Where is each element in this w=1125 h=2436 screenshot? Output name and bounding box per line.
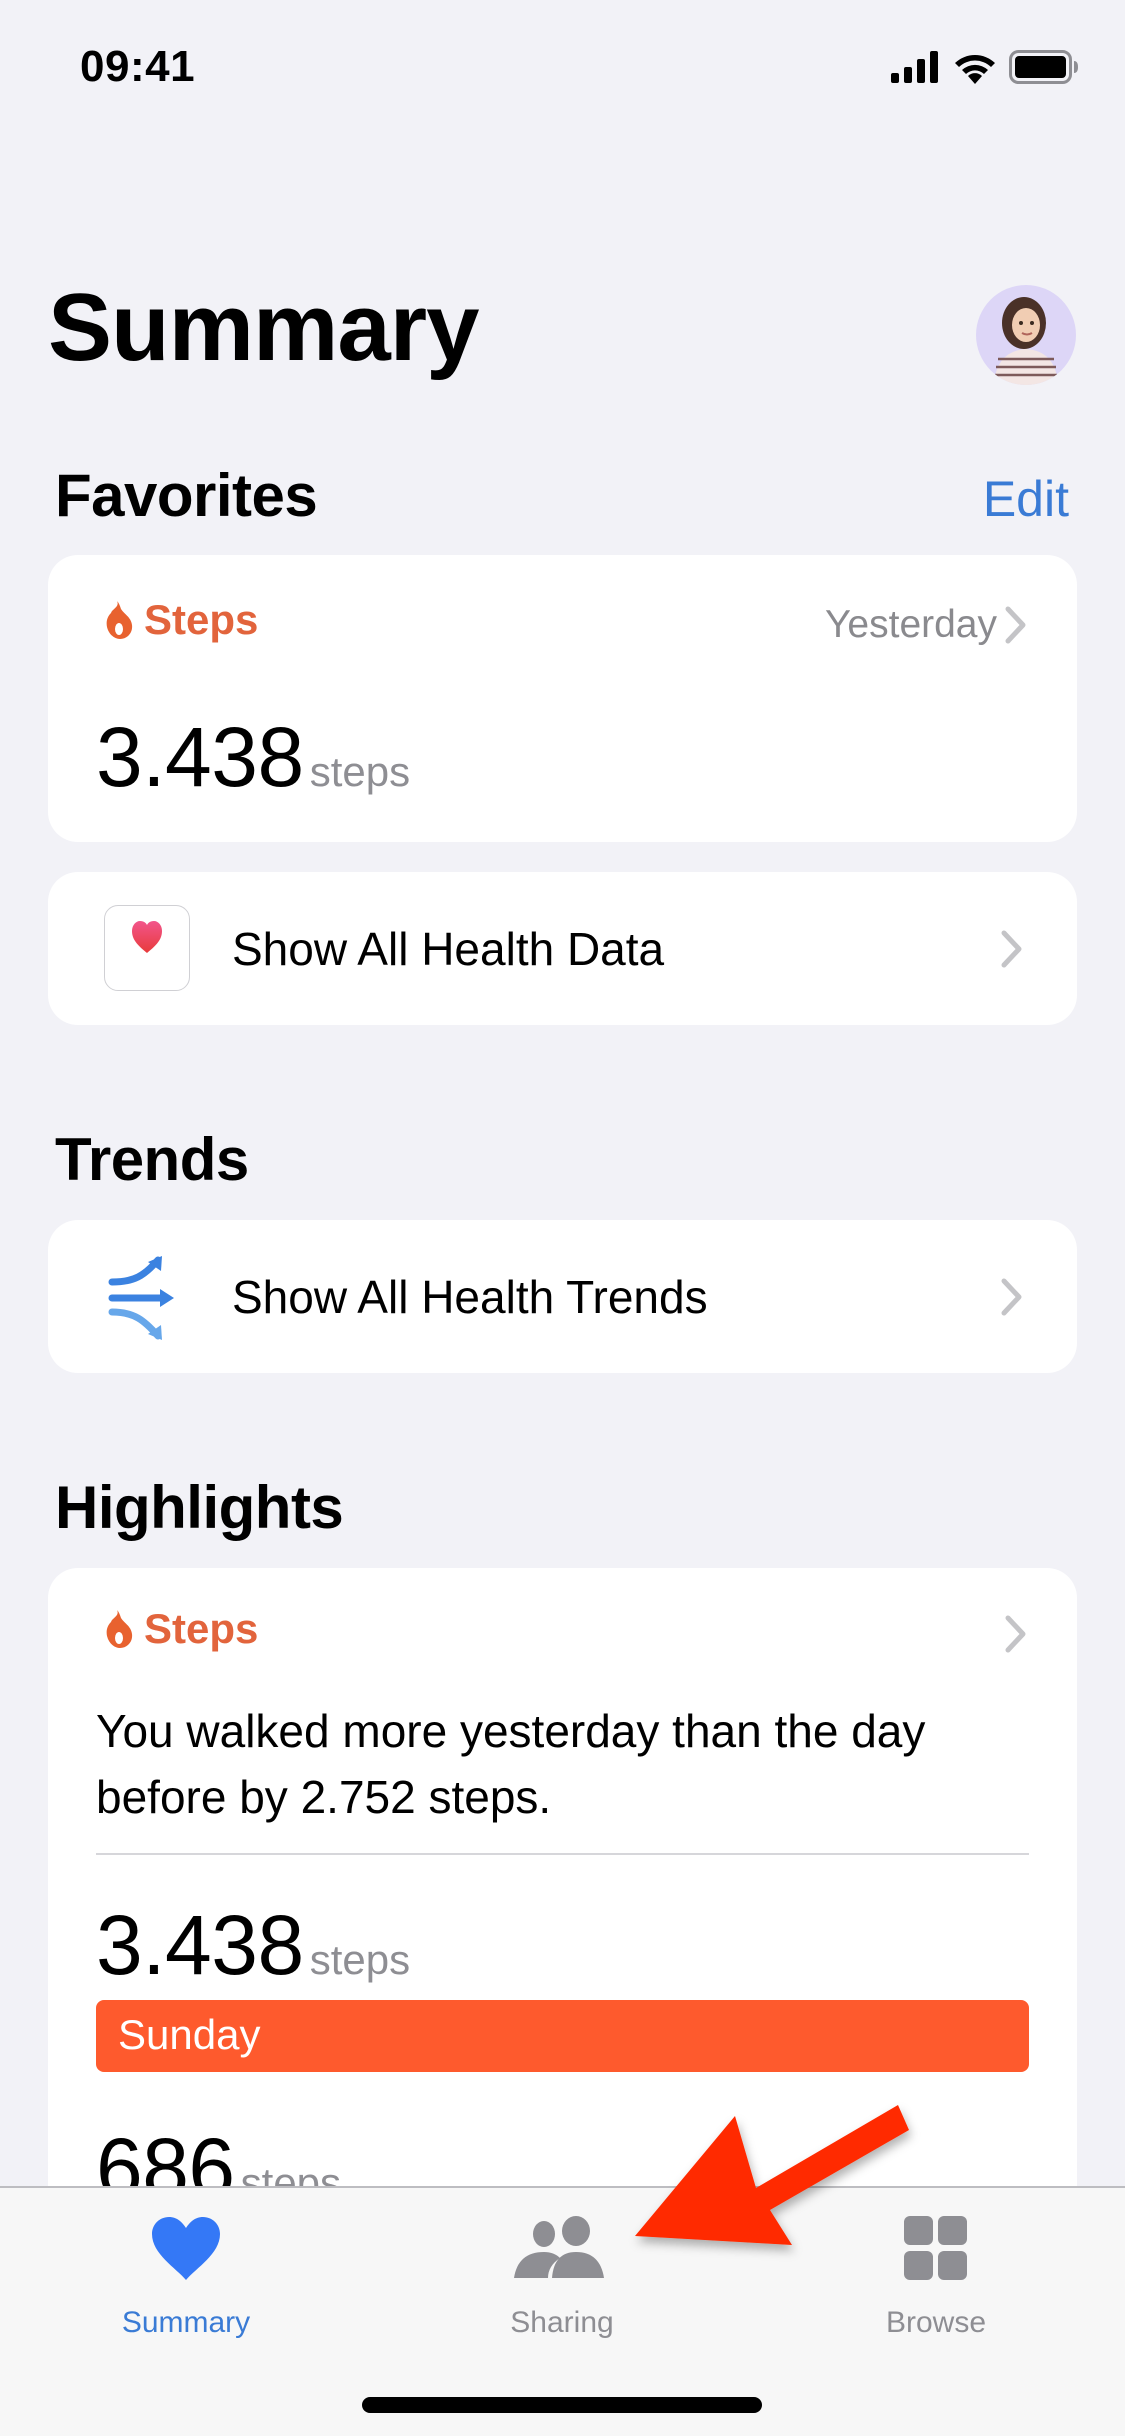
highlight-steps-card[interactable]: Steps You walked more yesterday than the…	[48, 1568, 1077, 2288]
day-label: Sunday	[118, 2011, 261, 2058]
flame-icon	[106, 601, 133, 639]
chevron-right-icon	[1001, 1278, 1022, 1316]
steps-value-row: 3.438 steps	[96, 715, 410, 799]
highlight-text: You walked more yesterday than the day b…	[96, 1705, 926, 1823]
highlight-steps-value: 3.438	[96, 1898, 304, 1992]
tab-sharing-label: Sharing	[510, 2306, 614, 2339]
show-all-health-data-row[interactable]: Show All Health Data	[48, 872, 1077, 1025]
tab-browse-label: Browse	[885, 2306, 987, 2339]
people-icon	[514, 2216, 604, 2278]
edit-button[interactable]: Edit	[983, 474, 1069, 524]
chevron-right-icon	[1001, 930, 1022, 968]
show-all-health-trends-row[interactable]: Show All Health Trends	[48, 1220, 1077, 1373]
home-indicator	[362, 2397, 762, 2413]
avatar[interactable]	[976, 285, 1076, 385]
day-bar-sunday: Sunday	[96, 2000, 1029, 2072]
chevron-right-icon	[1005, 1615, 1026, 1653]
tab-summary-label: Summary	[121, 2306, 251, 2339]
steps-value: 3.438	[96, 710, 304, 804]
cellular-signal-icon	[891, 51, 938, 83]
favorite-steps-card[interactable]: Steps Yesterday 3.438 steps	[48, 555, 1077, 842]
steps-label: Steps	[144, 1605, 259, 1652]
page-title: Summary	[48, 274, 480, 381]
show-all-health-data-label: Show All Health Data	[232, 923, 665, 975]
chevron-right-icon	[1005, 606, 1026, 644]
tab-sharing[interactable]: Sharing	[442, 2188, 682, 2348]
highlight-steps-unit: steps	[309, 1936, 411, 1983]
steps-header: Steps	[104, 1608, 258, 1650]
flame-icon	[106, 1610, 133, 1648]
trends-title: Trends	[55, 1126, 249, 1193]
battery-icon	[1009, 50, 1078, 84]
steps-date: Yesterday	[824, 603, 997, 646]
steps-label: Steps	[144, 596, 259, 643]
divider	[96, 1853, 1029, 1855]
grid-icon	[904, 2216, 967, 2280]
health-app-tile	[104, 905, 190, 991]
memoji-avatar-icon	[994, 297, 1058, 385]
heart-icon	[131, 920, 162, 953]
favorites-title: Favorites	[55, 462, 318, 529]
status-time: 09:41	[80, 42, 196, 91]
tab-browse[interactable]: Browse	[816, 2188, 1056, 2348]
wifi-icon	[955, 55, 995, 84]
highlight-value-row: 3.438 steps	[96, 1903, 410, 1987]
show-all-health-trends-label: Show All Health Trends	[232, 1271, 708, 1323]
highlights-title: Highlights	[55, 1474, 344, 1541]
heart-icon	[152, 2217, 220, 2280]
status-icons	[891, 50, 1079, 84]
steps-header: Steps	[104, 599, 258, 641]
trends-arrows-icon	[108, 1256, 174, 1340]
steps-unit: steps	[309, 748, 411, 795]
tab-summary[interactable]: Summary	[66, 2188, 306, 2348]
